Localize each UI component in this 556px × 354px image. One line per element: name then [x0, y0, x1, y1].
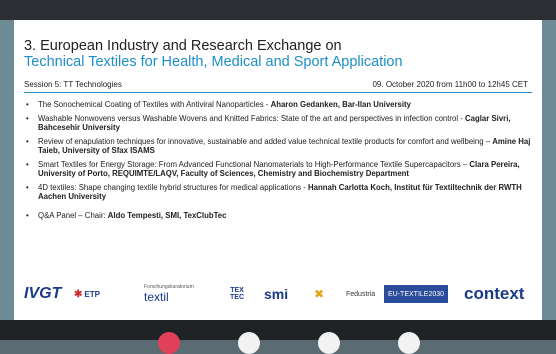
- bullet-icon: •: [26, 137, 29, 146]
- eu-textile-logo: EU-TEXTILE2030: [384, 285, 449, 303]
- talk-list: • The Sonochemical Coating of Textiles w…: [24, 100, 532, 225]
- etp-logo-text: ETP: [84, 289, 100, 299]
- textil-logo: Forschungskuratorium textil: [144, 282, 194, 306]
- clusters-logo: ✖: [314, 287, 325, 301]
- ivgt-logo: IVGT: [24, 285, 62, 302]
- microphone-button[interactable]: [238, 332, 260, 354]
- talk-speaker: Aldo Tempesti, SMI, TexClubTec: [107, 211, 227, 220]
- session-datetime: 09. October 2020 from 11h00 to 12h45 CET: [372, 80, 528, 89]
- talk-title: Smart Textiles for Energy Storage: From …: [38, 160, 470, 169]
- smi-logo: smi: [264, 286, 289, 302]
- bullet-icon: •: [26, 211, 29, 220]
- etp-logo: ✱ ETP: [74, 282, 100, 306]
- shared-slide: 3. European Industry and Research Exchan…: [14, 20, 542, 320]
- list-item: • 4D textiles: Shape changing textile hy…: [24, 183, 532, 201]
- bullet-icon: •: [26, 183, 29, 192]
- bullet-icon: •: [26, 100, 29, 109]
- textec-logo: TEX TEC: [230, 282, 244, 306]
- talk-title: 4D textiles: Shape changing textile hybr…: [38, 183, 308, 192]
- talk-speaker: Aharon Gedanken, Bar-Ilan University: [270, 100, 411, 109]
- video-right-strip: [542, 20, 556, 320]
- textil-logo-text: textil: [144, 290, 169, 304]
- window-top-bar: [0, 0, 556, 20]
- camera-button[interactable]: [318, 332, 340, 354]
- meeting-control-bar: [0, 320, 556, 340]
- bullet-icon: •: [26, 160, 29, 169]
- video-left-strip: [0, 20, 14, 320]
- list-item: • Review of enapulation techniques for i…: [24, 137, 532, 155]
- bullet-icon: •: [26, 114, 29, 123]
- list-item: • Washable Nonwovens versus Washable Wov…: [24, 114, 532, 132]
- talk-title: Review of enapulation techniques for inn…: [38, 137, 493, 146]
- list-item: • Q&A Panel – Chair: Aldo Tempesti, SMI,…: [24, 211, 532, 220]
- talk-title: Washable Nonwovens versus Washable Woven…: [38, 114, 466, 123]
- talk-title: Q&A Panel – Chair:: [38, 211, 108, 220]
- end-call-button[interactable]: [158, 332, 180, 354]
- divider: [24, 92, 532, 93]
- list-item: • The Sonochemical Coating of Textiles w…: [24, 100, 532, 109]
- slide-subtitle: Technical Textiles for Health, Medical a…: [24, 54, 403, 70]
- textec-logo-line2: TEC: [230, 294, 244, 301]
- session-label: Session 5: TT Technologies: [24, 80, 122, 89]
- share-button[interactable]: [398, 332, 420, 354]
- sponsor-logos: IVGT ✱ ETP Forschungskuratorium textil T…: [24, 282, 534, 306]
- fedustria-logo: Fedustria: [346, 290, 376, 298]
- talk-title: The Sonochemical Coating of Textiles wit…: [38, 100, 271, 109]
- list-item: • Smart Textiles for Energy Storage: Fro…: [24, 160, 532, 178]
- context-logo: context: [464, 284, 525, 303]
- textec-logo-line1: TEX: [230, 287, 244, 294]
- star-icon: ✱: [74, 288, 83, 300]
- slide-title: 3. European Industry and Research Exchan…: [24, 38, 342, 54]
